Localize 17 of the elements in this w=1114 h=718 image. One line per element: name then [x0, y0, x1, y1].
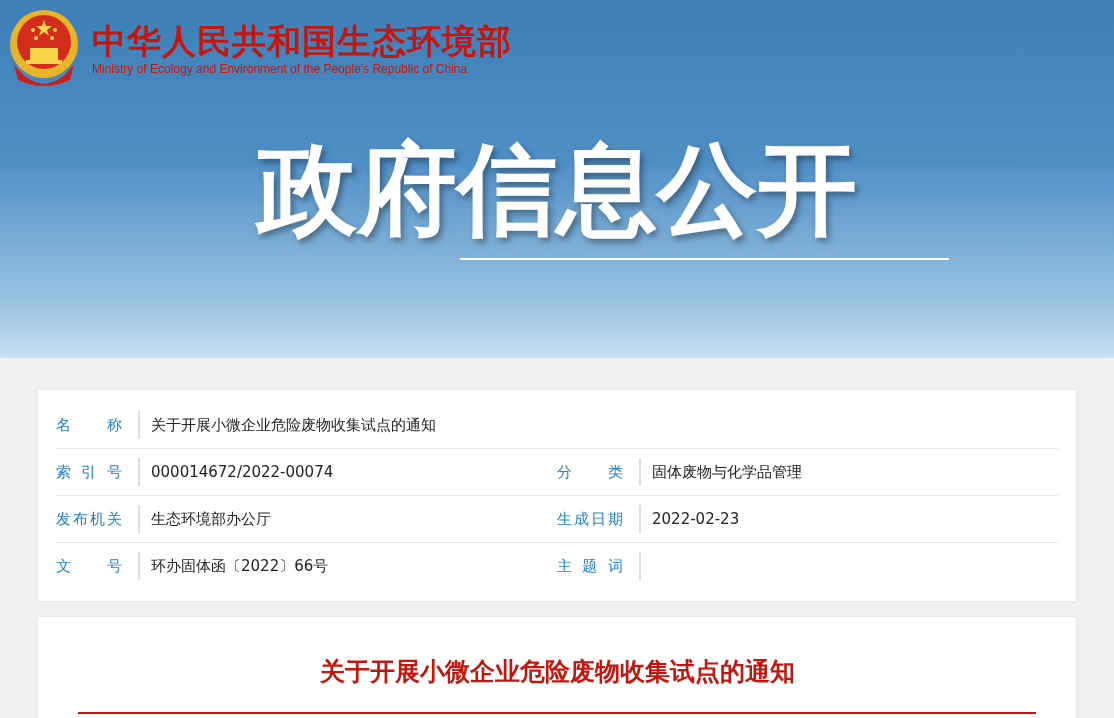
- field-value: 2022-02-23: [652, 510, 740, 528]
- article-title: 关于开展小微企业危险废物收集试点的通知: [318, 656, 796, 688]
- banner-title: 政府信息公开: [254, 130, 858, 250]
- field-value: 关于开展小微企业危险废物收集试点的通知: [151, 415, 436, 435]
- field-label: 主 题 词: [557, 556, 623, 576]
- ministry-english-name: Ministry of Ecology and Environment of the People's Republic of China: [92, 62, 469, 76]
- field-label: 发布机关: [56, 509, 122, 529]
- field-value: 000014672/2022-00074: [151, 463, 334, 481]
- field-label: 索 引 号: [56, 462, 122, 482]
- field-value: 生态环境部办公厅: [151, 509, 271, 529]
- field-label: 名 称: [56, 415, 122, 435]
- field-label: 生成日期: [557, 509, 623, 529]
- field-label: 分 类: [557, 462, 623, 482]
- field-value: 环办固体函〔2022〕66号: [151, 556, 329, 576]
- field-label: 文 号: [56, 556, 122, 576]
- field-value: 固体废物与化学品管理: [652, 462, 802, 482]
- ministry-name: 中华人民共和国生态环境部: [92, 20, 512, 62]
